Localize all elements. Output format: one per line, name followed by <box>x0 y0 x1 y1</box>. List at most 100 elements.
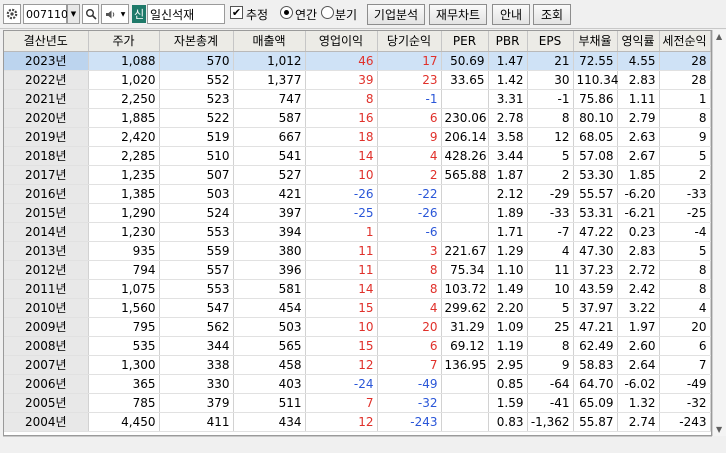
quarter-label: 분기 <box>335 8 358 22</box>
column-header[interactable]: 부채율 <box>573 31 618 52</box>
stock-code-input[interactable]: 007110 <box>23 4 68 24</box>
table-cell <box>441 412 489 432</box>
search-icon <box>85 9 97 20</box>
table-cell: -25 <box>305 203 378 223</box>
column-header[interactable]: PBR <box>488 31 528 52</box>
table-cell: 411 <box>159 412 234 432</box>
table-cell: 8 <box>305 89 378 109</box>
table-cell: 421 <box>233 184 306 204</box>
table-cell: 559 <box>159 241 234 261</box>
quarter-radio[interactable] <box>321 6 334 19</box>
table-row[interactable]: 2018년 2,285 510 541 14 4 428.26 3.44 5 57.08 2.67 5 <box>4 146 711 166</box>
settings-button[interactable] <box>3 4 21 24</box>
table-cell: 53.31 <box>573 203 618 223</box>
table-row[interactable]: 2017년 1,235 507 527 10 2 565.88 1.87 2 53.30 1.85 2 <box>4 165 711 185</box>
table-cell: 587 <box>233 108 306 128</box>
table-cell: 14 <box>305 146 378 166</box>
market-badge: 신 <box>132 5 146 23</box>
column-header[interactable]: EPS <box>527 31 574 52</box>
search-button[interactable] <box>82 4 99 24</box>
scroll-up-icon[interactable]: ▲ <box>716 32 722 41</box>
table-cell: 75.86 <box>573 89 618 109</box>
table-cell: 9 <box>377 127 442 147</box>
table-cell: 552 <box>159 70 234 90</box>
table-row[interactable]: 2014년 1,230 553 394 1 -6 1.71 -7 47.22 0.23 -4 <box>4 222 711 242</box>
company-analysis-button[interactable]: 기업분석 <box>367 4 425 25</box>
table-row[interactable]: 2004년 4,450 411 434 12 -243 0.83 -1,362 55.87 2.7… <box>4 412 711 432</box>
table-cell: 565 <box>233 336 306 356</box>
table-cell: 72.55 <box>573 51 618 71</box>
table-row[interactable]: 2011년 1,075 553 581 14 8 103.72 1.49 10 43.59 2.42… <box>4 279 711 299</box>
column-header[interactable]: 자본총계 <box>159 31 234 52</box>
table-row[interactable]: 2022년 1,020 552 1,377 39 23 33.65 1.42 30 110.34 2… <box>4 70 711 90</box>
column-header[interactable]: 당기순익 <box>377 31 442 52</box>
column-header[interactable]: 영익률 <box>617 31 660 52</box>
table-row[interactable]: 2009년 795 562 503 10 20 31.29 1.09 25 47.21 1.97 20 <box>4 317 711 337</box>
column-header[interactable]: 세전순익 <box>659 31 711 52</box>
table-row[interactable]: 2013년 935 559 380 11 3 221.67 1.29 4 47.30 2.83 5 <box>4 241 711 261</box>
table-cell: 43.59 <box>573 279 618 299</box>
table-cell: 562 <box>159 317 234 337</box>
table-cell: 344 <box>159 336 234 356</box>
column-header[interactable]: 영업이익 <box>305 31 378 52</box>
table-row[interactable]: 2008년 535 344 565 15 6 69.12 1.19 8 62.49 2.60 6 <box>4 336 711 356</box>
financial-grid[interactable]: 결산년도 주가 자본총계 매출액 영업이익 당기순익 PER PBR EPS 부채율 영익률 세전순익… <box>3 30 712 436</box>
table-cell: 2.12 <box>488 184 528 204</box>
table-row[interactable]: 2007년 1,300 338 458 12 7 136.95 2.95 9 58.83 2.64 7 <box>4 355 711 375</box>
table-cell: -7 <box>527 222 574 242</box>
table-cell: 667 <box>233 127 306 147</box>
table-row[interactable]: 2021년 2,250 523 747 8 -1 3.31 -1 75.86 1.11 1 <box>4 89 711 109</box>
table-cell: -1 <box>527 89 574 109</box>
status-strip <box>3 436 712 453</box>
query-button[interactable]: 조회 <box>533 4 571 25</box>
table-cell: 511 <box>233 393 306 413</box>
table-cell: 1,088 <box>88 51 160 71</box>
financial-chart-button[interactable]: 재무차트 <box>429 4 487 25</box>
table-cell: 16 <box>305 108 378 128</box>
table-row[interactable]: 2023년 1,088 570 1,012 46 17 50.69 1.47 21 72.55 4.… <box>4 51 711 71</box>
table-row[interactable]: 2005년 785 379 511 7 -32 1.59 -41 65.09 1.32 -32 <box>4 393 711 413</box>
table-row[interactable]: 2015년 1,290 524 397 -25 -26 1.89 -33 53.31 -6.21-… <box>4 203 711 223</box>
estimate-checkbox[interactable]: ✔ <box>230 6 243 19</box>
scroll-down-icon[interactable]: ▼ <box>716 425 722 434</box>
table-cell: 7 <box>377 355 442 375</box>
vertical-scrollbar[interactable]: ▲ ▼ <box>712 30 726 436</box>
table-cell: 47.21 <box>573 317 618 337</box>
annual-radio[interactable] <box>280 6 293 19</box>
table-cell: 3.22 <box>617 298 660 318</box>
column-header[interactable]: 주가 <box>88 31 160 52</box>
company-name-field[interactable]: 일신석재 <box>147 4 225 24</box>
table-cell: 75.34 <box>441 260 489 280</box>
table-cell: 2.95 <box>488 355 528 375</box>
guide-button[interactable]: 안내 <box>492 4 530 25</box>
table-row[interactable]: 2006년 365 330 403 -24 -49 0.85 -64 64.70 -6.02 -49 <box>4 374 711 394</box>
table-row[interactable]: 2016년 1,385 503 421 -26 -22 2.12 -29 55.57 -6.20-… <box>4 184 711 204</box>
table-cell: 2.83 <box>617 241 660 261</box>
table-cell: 1.47 <box>488 51 528 71</box>
table-cell: 1.49 <box>488 279 528 299</box>
table-cell: 570 <box>159 51 234 71</box>
code-dropdown-button[interactable]: ▼ <box>67 4 80 24</box>
column-header[interactable]: 매출액 <box>233 31 306 52</box>
column-header[interactable]: 결산년도 <box>4 31 89 52</box>
table-cell: 62.49 <box>573 336 618 356</box>
table-cell: 503 <box>233 317 306 337</box>
year-cell: 2021년 <box>4 89 89 109</box>
table-row[interactable]: 2010년 1,560 547 454 15 4 299.62 2.20 5 37.97 3.22 4 <box>4 298 711 318</box>
table-cell: 794 <box>88 260 160 280</box>
table-row[interactable]: 2012년 794 557 396 11 8 75.34 1.10 11 37.23 2.72 8 <box>4 260 711 280</box>
table-cell: 8 <box>527 108 574 128</box>
table-row[interactable]: 2019년 2,420 519 667 18 9 206.14 3.58 12 68.05 2.63… <box>4 127 711 147</box>
table-cell <box>441 184 489 204</box>
sound-button[interactable]: ▼ <box>101 4 129 24</box>
table-cell: 519 <box>159 127 234 147</box>
table-cell: 379 <box>159 393 234 413</box>
table-cell: 365 <box>88 374 160 394</box>
table-cell: -26 <box>377 203 442 223</box>
table-cell: 3.58 <box>488 127 528 147</box>
table-cell: 7 <box>305 393 378 413</box>
table-row[interactable]: 2020년 1,885 522 587 16 6 230.06 2.78 8 80.10 2.79 8 <box>4 108 711 128</box>
table-cell: 46 <box>305 51 378 71</box>
column-header[interactable]: PER <box>441 31 489 52</box>
stock-code-value: 007110 <box>26 7 68 21</box>
